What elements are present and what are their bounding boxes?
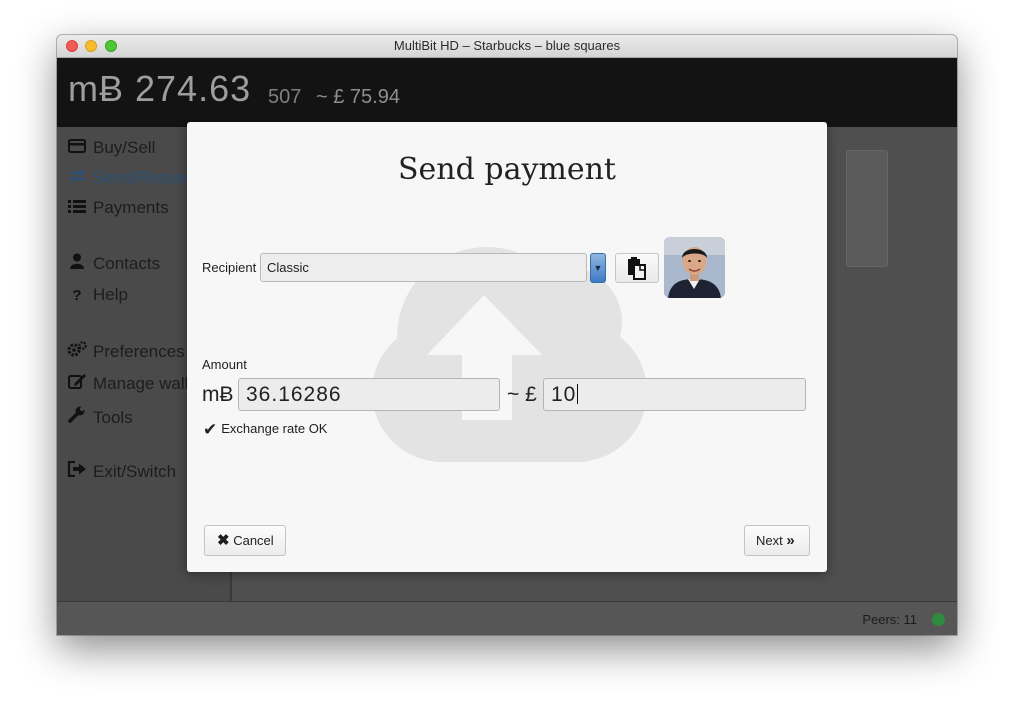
peers-count: Peers: 11 bbox=[862, 612, 917, 627]
next-button-label: Next bbox=[756, 533, 783, 548]
recipient-dropdown-button[interactable]: ▼ bbox=[590, 253, 606, 283]
btc-unit-label: mɃ bbox=[202, 383, 234, 406]
sidebar-item-preferences[interactable]: Preferences bbox=[67, 341, 185, 362]
double-chevron-right-icon: » bbox=[786, 532, 795, 549]
checkmark-icon: ✔ bbox=[203, 420, 218, 439]
send-payment-dialog: Send payment Recipient Classic ▼ Amount … bbox=[187, 122, 827, 572]
fiat-unit-label: ~ £ bbox=[507, 383, 537, 406]
balance-amount: mɃ 274.63 bbox=[68, 68, 252, 109]
close-icon: ✖ bbox=[217, 532, 230, 549]
sidebar-item-label: Buy/Sell bbox=[93, 138, 156, 157]
sidebar-item-tools[interactable]: Tools bbox=[67, 405, 133, 428]
contact-avatar bbox=[664, 237, 725, 298]
exchange-rate-label: Exchange rate OK bbox=[221, 421, 328, 436]
recipient-combobox[interactable]: Classic bbox=[260, 253, 587, 282]
fiat-amount-input[interactable]: 10 bbox=[543, 378, 806, 411]
dialog-title: Send payment bbox=[398, 152, 616, 187]
text-cursor bbox=[577, 384, 579, 404]
gears-icon bbox=[67, 341, 87, 361]
close-window-button[interactable] bbox=[66, 40, 78, 52]
wrench-icon bbox=[67, 405, 87, 427]
recipient-label: Recipient bbox=[202, 260, 257, 275]
list-icon bbox=[67, 199, 87, 217]
user-icon bbox=[67, 253, 87, 273]
exchange-arrows-icon bbox=[67, 169, 87, 187]
sidebar-item-label: Send/Reque bbox=[93, 168, 188, 187]
sidebar-item-manage-wallet[interactable]: Manage wall bbox=[67, 373, 188, 394]
paste-button[interactable] bbox=[615, 253, 659, 283]
sidebar-item-contacts[interactable]: Contacts bbox=[67, 253, 160, 274]
minimize-window-button[interactable] bbox=[85, 40, 97, 52]
sidebar-item-label: Preferences bbox=[93, 342, 185, 361]
sidebar-item-label: Exit/Switch bbox=[93, 462, 177, 481]
sidebar-item-label: Tools bbox=[93, 408, 133, 427]
sidebar-item-exit-switch[interactable]: Exit/Switch bbox=[67, 460, 177, 482]
peer-status-indicator bbox=[932, 613, 945, 626]
title-bar: MultiBit HD – Starbucks – blue squares bbox=[57, 35, 957, 58]
balance-header: mɃ 274.63 507 ~ £ 75.94 bbox=[57, 58, 957, 127]
sidebar-item-payments[interactable]: Payments bbox=[67, 198, 169, 218]
question-icon: ? bbox=[72, 287, 82, 304]
sidebar-item-send-request[interactable]: Send/Reque bbox=[67, 168, 188, 188]
exchange-rate-status: ✔ Exchange rate OK bbox=[203, 420, 327, 440]
next-button[interactable]: Next » bbox=[744, 525, 810, 556]
chevron-down-icon: ▼ bbox=[593, 263, 603, 273]
content-panel bbox=[846, 150, 888, 267]
sidebar-item-label: Manage wall bbox=[93, 374, 189, 393]
status-bar: Peers: 11 bbox=[57, 601, 957, 635]
amount-label: Amount bbox=[202, 357, 247, 372]
sidebar-item-label: Payments bbox=[93, 198, 169, 217]
balance-fiat: ~ £ 75.94 bbox=[316, 86, 400, 108]
btc-amount-input[interactable]: 36.16286 bbox=[238, 378, 500, 411]
cancel-button[interactable]: ✖ Cancel bbox=[204, 525, 286, 556]
edit-icon bbox=[67, 373, 87, 393]
sidebar-item-label: Contacts bbox=[93, 254, 161, 273]
window-title: MultiBit HD – Starbucks – blue squares bbox=[393, 38, 621, 53]
zoom-window-button[interactable] bbox=[105, 40, 117, 52]
sign-out-icon bbox=[67, 460, 87, 481]
credit-card-icon bbox=[67, 139, 87, 157]
fiat-amount-value: 10 bbox=[551, 383, 577, 406]
balance-sub-digits: 507 bbox=[268, 86, 302, 108]
cancel-button-label: Cancel bbox=[233, 533, 274, 548]
sidebar-item-buy-sell[interactable]: Buy/Sell bbox=[67, 138, 155, 158]
sidebar-item-help[interactable]: ? Help bbox=[67, 285, 128, 305]
paste-icon bbox=[628, 257, 646, 280]
sidebar-item-label: Help bbox=[93, 285, 128, 304]
